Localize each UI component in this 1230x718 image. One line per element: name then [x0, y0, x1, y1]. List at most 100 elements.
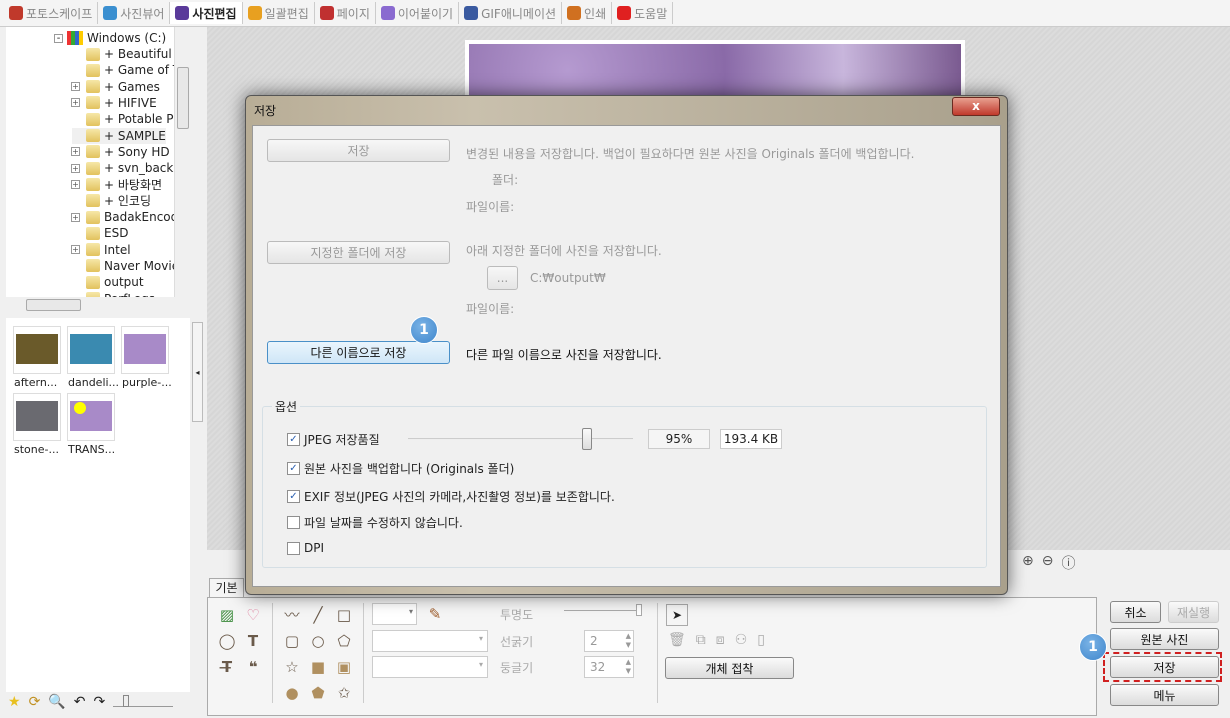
folder-search-icon[interactable]: 🔍 [48, 694, 65, 710]
tree-item[interactable]: Naver Movie [72, 258, 176, 274]
browse-folder-button[interactable]: ... [487, 266, 518, 290]
option-checkbox[interactable]: DPI [287, 541, 324, 555]
tree-item[interactable]: + + svn_backu [71, 160, 176, 176]
undo-button[interactable]: 취소 [1110, 601, 1161, 623]
pentagon-icon[interactable]: ⬠ [335, 632, 353, 650]
tab-2[interactable]: 사진편집 [170, 2, 243, 24]
collapse-panel-button[interactable]: ◂ [192, 322, 203, 422]
expand-icon[interactable]: + [71, 98, 80, 108]
tree-horizontal-scrollbar[interactable] [6, 297, 190, 313]
tab-5[interactable]: 이어붙이기 [376, 2, 460, 24]
expand-icon[interactable]: + [71, 212, 80, 222]
tab-7[interactable]: 인쇄 [562, 2, 613, 24]
expand-icon[interactable]: + [71, 82, 80, 92]
thumbnail[interactable] [67, 393, 115, 441]
save-as-button[interactable]: 다른 이름으로 저장 [267, 341, 450, 364]
attach-object-button[interactable]: 개체 접착 [665, 657, 794, 679]
option-checkbox[interactable]: ✓ 원본 사진을 백업합니다 (Originals 폴더) [287, 460, 514, 477]
tab-4[interactable]: 페이지 [315, 2, 376, 24]
tab-8[interactable]: 도움말 [612, 2, 674, 24]
tree-item[interactable]: + Game of T [72, 62, 176, 78]
line-width-stepper[interactable]: 2 ▲ ▼ [584, 630, 634, 652]
tree-vertical-scrollbar[interactable] [174, 27, 190, 297]
filled-rect-icon[interactable]: ■ [309, 658, 327, 676]
redo-button[interactable]: 재실행 [1168, 601, 1219, 623]
zoom-in-icon[interactable]: ⊕ [1022, 553, 1034, 573]
refresh-icon[interactable]: ⟳ [29, 694, 41, 710]
original-photo-button[interactable]: 원본 사진 [1110, 628, 1219, 650]
tree-item[interactable]: output [72, 274, 144, 290]
text-icon[interactable]: T [244, 632, 262, 650]
tree-item[interactable]: + + HIFIVE [71, 95, 157, 111]
thumbnail[interactable] [13, 393, 61, 441]
thumbnail-size-slider[interactable] [113, 695, 174, 707]
star-shape-icon[interactable]: ☆ [283, 658, 301, 676]
tree-item[interactable]: + + Sony HD [71, 144, 170, 160]
filled-pentagon-icon[interactable]: ⬟ [309, 684, 327, 702]
tree-item[interactable]: ESD [72, 225, 128, 241]
option-checkbox[interactable]: ✓ JPEG 저장품질 [287, 431, 380, 448]
line-style-select[interactable]: ▾ [372, 630, 488, 652]
tab-basic[interactable]: 기본 [209, 578, 244, 598]
zoom-out-icon[interactable]: ⊖ [1042, 553, 1054, 573]
freehand-icon[interactable]: 〰 [283, 606, 301, 624]
checkbox-box[interactable]: ✓ [287, 462, 300, 475]
tree-item[interactable]: + Potable P [72, 111, 173, 127]
checkbox-box[interactable] [287, 516, 300, 529]
expand-icon[interactable]: + [71, 245, 80, 255]
filled-star-icon[interactable]: ✩ [335, 684, 353, 702]
opacity-slider[interactable] [564, 604, 642, 616]
tree-root[interactable]: - Windows (C:) [54, 30, 166, 46]
jpeg-quality-slider[interactable] [408, 428, 633, 450]
tree-item[interactable]: + Beautiful [72, 46, 172, 62]
eyedropper-icon[interactable]: ✎ [426, 605, 444, 623]
back-icon[interactable]: ↶ [74, 694, 86, 710]
heart-icon[interactable]: ♡ [244, 606, 262, 624]
tab-3[interactable]: 일괄편집 [243, 2, 315, 24]
send-back-icon[interactable]: ⧈ [716, 632, 725, 648]
rectangle-icon[interactable]: □ [335, 606, 353, 624]
option-checkbox[interactable]: ✓ EXIF 정보(JPEG 사진의 카메라,사진촬영 정보)를 보존합니다. [287, 488, 615, 505]
expand-icon[interactable]: + [71, 163, 80, 173]
forward-icon[interactable]: ↷ [93, 694, 105, 710]
fill-style-select[interactable]: ▾ [372, 656, 488, 678]
save-button[interactable]: 저장 [1110, 656, 1219, 678]
expand-icon[interactable]: + [71, 179, 80, 189]
bring-front-icon[interactable]: ⧉ [696, 632, 706, 648]
tree-item[interactable]: + + Games [71, 79, 160, 95]
save-overwrite-button[interactable]: 저장 [267, 139, 450, 162]
menu-button[interactable]: 메뉴 [1110, 684, 1219, 706]
close-button[interactable]: x [952, 97, 1000, 116]
tab-0[interactable]: 포토스케이프 [4, 2, 99, 24]
star-icon[interactable]: ★ [8, 694, 21, 710]
image-icon[interactable]: ▨ [218, 606, 236, 624]
checkbox-box[interactable]: ✓ [287, 433, 300, 446]
text-style-icon[interactable]: T̶ [218, 658, 236, 676]
thumbnail[interactable] [13, 326, 61, 374]
folder-tree[interactable]: - Windows (C:) + Beautiful + Game of T + + G… [6, 27, 176, 297]
option-checkbox[interactable]: 파일 날짜를 수정하지 않습니다. [287, 514, 463, 531]
select-pointer-icon[interactable]: ➤ [666, 604, 688, 626]
info-icon[interactable]: ⓘ [1061, 553, 1075, 573]
tab-1[interactable]: 사진뷰어 [98, 2, 171, 24]
duplicate-icon[interactable]: ⚇ [735, 632, 748, 648]
rename-icon[interactable]: ▯ [757, 632, 765, 648]
rounded-rect-icon[interactable]: ▢ [283, 632, 301, 650]
checkbox-box[interactable] [287, 541, 300, 555]
thumbnail[interactable] [67, 326, 115, 374]
tree-item[interactable]: + 인코딩 [72, 193, 151, 209]
circle-icon[interactable]: ○ [309, 632, 327, 650]
filled-circle-icon[interactable]: ● [283, 684, 301, 702]
line-icon[interactable]: ╱ [309, 606, 327, 624]
tab-6[interactable]: GIF애니메이션 [459, 2, 563, 24]
roundness-stepper[interactable]: 32 ▲ ▼ [584, 656, 634, 678]
checkbox-box[interactable]: ✓ [287, 490, 300, 503]
tree-item[interactable]: + BadakEncod [71, 209, 176, 225]
speech-bubble-icon[interactable]: ◯ [218, 632, 236, 650]
quote-icon[interactable]: ❝ [244, 658, 262, 676]
tree-item[interactable]: + Intel [71, 242, 131, 258]
tree-item[interactable]: + + 바탕화면 [71, 176, 162, 192]
thumbnail[interactable] [121, 326, 169, 374]
delete-object-icon[interactable]: 🗑 [668, 632, 686, 648]
save-to-folder-button[interactable]: 지정한 폴더에 저장 [267, 241, 450, 264]
